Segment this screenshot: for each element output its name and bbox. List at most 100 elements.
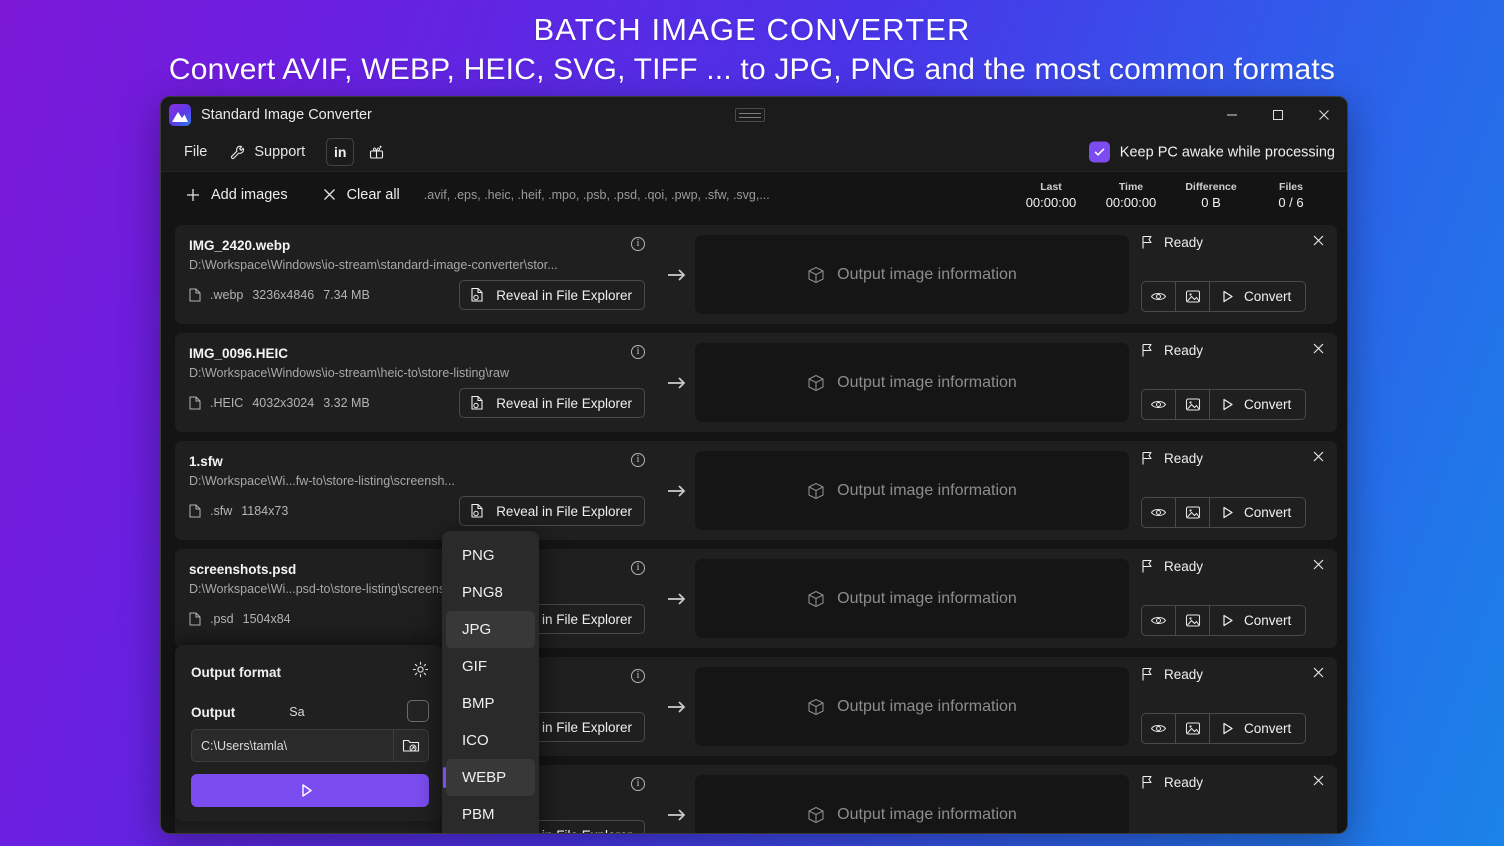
stat-last-key: Last (1040, 180, 1062, 193)
reveal-in-explorer-button[interactable]: Reveal in File Explorer (459, 388, 645, 418)
info-icon[interactable]: i (631, 345, 645, 359)
convert-arrow-icon (659, 225, 695, 324)
minimize-button[interactable] (1209, 97, 1255, 133)
output-path-input[interactable]: C:\Users\tamla\ (191, 729, 393, 762)
convert-button[interactable]: Convert (1210, 282, 1305, 311)
dropdown-item-bmp[interactable]: BMP (446, 685, 535, 722)
convert-button[interactable]: Convert (1210, 606, 1305, 635)
preview-eye-icon[interactable] (1142, 498, 1176, 527)
table-row[interactable]: IMG_0096.HEIC D:\Workspace\Windows\io-st… (175, 333, 1337, 432)
info-icon[interactable]: i (631, 777, 645, 791)
stat-difference-key: Difference (1185, 180, 1237, 193)
dropdown-item-ico[interactable]: ICO (446, 722, 535, 759)
dropdown-item-gif[interactable]: GIF (446, 648, 535, 685)
output-info-label: Output image information (837, 481, 1017, 499)
clear-all-button[interactable]: Clear all (312, 181, 410, 209)
reveal-in-explorer-button[interactable]: Reveal in File Explorer (459, 496, 645, 526)
info-icon[interactable]: i (631, 669, 645, 683)
flag-icon (1141, 235, 1155, 250)
output-info-panel: Output image information (695, 559, 1129, 638)
image-preview-icon[interactable] (1176, 498, 1210, 527)
preview-eye-icon[interactable] (1142, 714, 1176, 743)
drag-handle[interactable] (735, 108, 765, 122)
dropdown-item-png[interactable]: PNG (446, 537, 535, 574)
status-label: Ready (1164, 559, 1204, 574)
dropdown-item-pcx[interactable]: PCX (446, 833, 535, 834)
output-format-dropdown[interactable]: PNG PNG8 JPG GIF BMP ICO WEBP PBM PCX WB… (442, 531, 539, 834)
convert-button[interactable]: Convert (1210, 498, 1305, 527)
menu-item-file[interactable]: File (173, 139, 218, 165)
reveal-in-explorer-button[interactable]: Reveal in File Explorer (459, 280, 645, 310)
maximize-button[interactable] (1255, 97, 1301, 133)
keep-awake-toggle[interactable]: Keep PC awake while processing (1088, 141, 1335, 163)
row-actions: Convert (1141, 281, 1307, 312)
output-info-label: Output image information (837, 589, 1017, 607)
reveal-label: Reveal in File Explorer (496, 395, 632, 411)
gear-icon[interactable] (412, 661, 429, 678)
remove-row-button[interactable] (1312, 558, 1325, 571)
remove-row-button[interactable] (1312, 774, 1325, 787)
dropdown-item-pbm[interactable]: PBM (446, 796, 535, 833)
preview-eye-icon[interactable] (1142, 390, 1176, 419)
keep-awake-checkbox[interactable] (1088, 141, 1110, 163)
linkedin-label: in (333, 144, 347, 160)
cube-icon (807, 806, 825, 824)
file-doc-icon (189, 504, 201, 518)
add-images-button[interactable]: Add images (175, 181, 298, 209)
menu-item-support[interactable]: Support (218, 139, 316, 166)
image-preview-icon[interactable] (1176, 714, 1210, 743)
stat-time: Time 00:00:00 (1091, 180, 1171, 211)
file-name: 1.sfw (189, 454, 223, 469)
dropdown-item-webp[interactable]: WEBP (443, 759, 535, 796)
output-label: Output (191, 704, 236, 720)
title-bar[interactable]: Standard Image Converter (161, 97, 1347, 133)
status-badge: Ready (1141, 667, 1325, 682)
dropdown-item-png8[interactable]: PNG8 (446, 574, 535, 611)
stat-last: Last 00:00:00 (1011, 180, 1091, 211)
file-status-cell: Ready Convert (1129, 549, 1337, 648)
output-checkbox[interactable] (407, 700, 429, 722)
remove-row-button[interactable] (1312, 666, 1325, 679)
info-icon[interactable]: i (631, 561, 645, 575)
preview-eye-icon[interactable] (1142, 606, 1176, 635)
stat-last-value: 00:00:00 (1025, 194, 1077, 210)
output-destination-row: Output Sa (191, 695, 429, 729)
file-status-cell: Ready Convert (1129, 441, 1337, 540)
browse-folder-icon[interactable] (393, 729, 429, 762)
table-row[interactable]: IMG_2420.webp D:\Workspace\Windows\io-st… (175, 225, 1337, 324)
menu-item-support-label: Support (254, 144, 306, 160)
close-button[interactable] (1301, 97, 1347, 133)
info-icon[interactable]: i (631, 237, 645, 251)
image-preview-icon[interactable] (1176, 606, 1210, 635)
table-row[interactable]: 1.sfw D:\Workspace\Wi...fw-to\store-list… (175, 441, 1337, 540)
linkedin-icon[interactable]: in (326, 138, 355, 166)
status-badge: Ready (1141, 451, 1325, 466)
remove-row-button[interactable] (1312, 450, 1325, 463)
save-option-label[interactable]: Sa (289, 705, 304, 719)
info-icon[interactable]: i (631, 453, 645, 467)
remove-row-button[interactable] (1312, 234, 1325, 247)
convert-button[interactable]: Convert (1210, 390, 1305, 419)
file-doc-icon (189, 288, 201, 302)
add-images-label: Add images (211, 186, 288, 203)
output-info-panel: Output image information (695, 667, 1129, 746)
app-logo-icon (169, 104, 191, 126)
file-status-cell: Ready Convert (1129, 657, 1337, 756)
image-preview-icon[interactable] (1176, 390, 1210, 419)
file-name: IMG_0096.HEIC (189, 346, 289, 361)
file-dimensions: 1504x84 (242, 612, 291, 626)
dropdown-item-jpg[interactable]: JPG (446, 611, 535, 648)
stats-bar: Last 00:00:00 Time 00:00:00 Difference 0… (1011, 172, 1331, 218)
play-icon (299, 783, 314, 798)
table-row[interactable]: screenshots.psd D:\Workspace\Wi...psd-to… (175, 549, 1337, 648)
image-preview-icon[interactable] (1176, 282, 1210, 311)
start-conversion-button[interactable] (191, 774, 429, 807)
window-title: Standard Image Converter (201, 107, 372, 123)
output-info-panel: Output image information (695, 451, 1129, 530)
file-ext: .webp (210, 288, 244, 302)
preview-eye-icon[interactable] (1142, 282, 1176, 311)
gift-sparkle-icon[interactable] (362, 138, 390, 166)
convert-button[interactable]: Convert (1210, 714, 1305, 743)
remove-row-button[interactable] (1312, 342, 1325, 355)
convert-arrow-icon (659, 549, 695, 648)
